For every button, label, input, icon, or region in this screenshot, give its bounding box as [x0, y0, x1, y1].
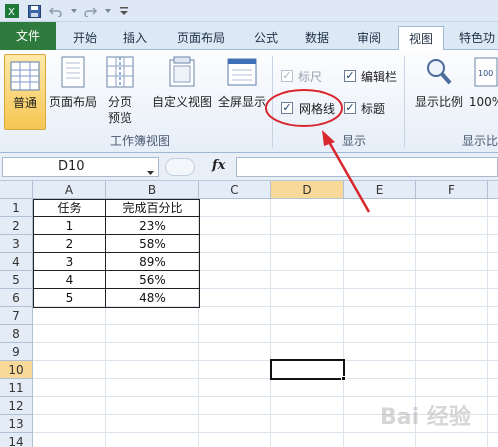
annotation-overlay	[265, 89, 371, 213]
highlight-ellipse	[265, 89, 343, 127]
annotation-arrow-line	[326, 139, 371, 213]
annotation-arrowhead	[322, 130, 335, 146]
